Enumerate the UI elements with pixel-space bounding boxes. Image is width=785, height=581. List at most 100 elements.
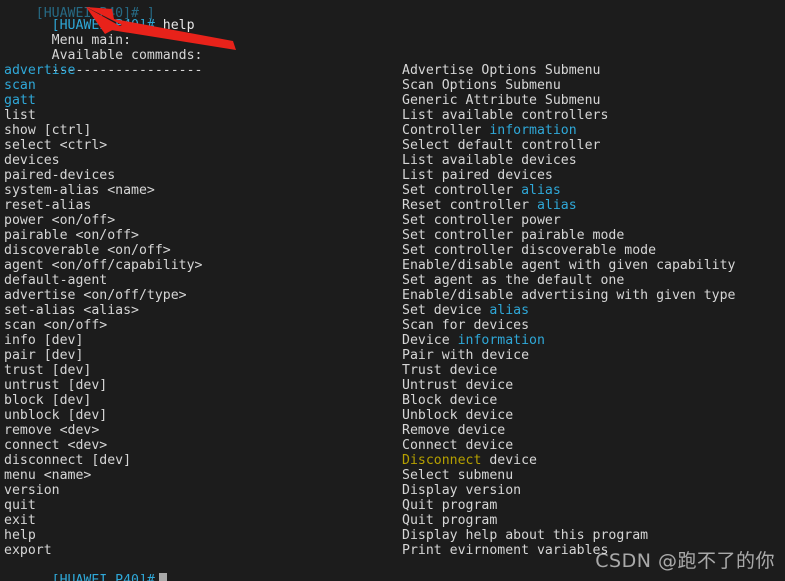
command-row: untrust [dev] Untrust device xyxy=(4,378,785,393)
command-row: scan Scan Options Submenu xyxy=(4,78,785,93)
description-text: List available devices xyxy=(402,153,577,168)
command-row: block [dev] Block device xyxy=(4,393,785,408)
command-description: Controller information xyxy=(402,123,577,138)
command-description: Pair with device xyxy=(402,348,529,363)
description-text: Quit program xyxy=(402,513,498,528)
command-row: help Display help about this program xyxy=(4,528,785,543)
terminal-window[interactable]: [HUAWEI P40]# ] [HUAWEI P40]# help Menu … xyxy=(0,0,785,581)
description-text: Pair with device xyxy=(402,348,530,363)
command-description: Disconnect device xyxy=(402,453,537,468)
description-text: Select submenu xyxy=(402,468,514,483)
command-name: agent <on/off/capability> xyxy=(4,258,203,273)
description-text: Enable/disable advertising with given ty… xyxy=(402,288,736,303)
command-row: select <ctrl> Select default controller xyxy=(4,138,785,153)
command-name: show [ctrl] xyxy=(4,123,92,138)
command-row: power <on/off> Set controller power xyxy=(4,213,785,228)
command-description: Select submenu xyxy=(402,468,513,483)
description-text: Untrust device xyxy=(402,378,514,393)
description-text: Display help about this program xyxy=(402,528,649,543)
description-text: Quit program xyxy=(402,498,498,513)
command-name: export xyxy=(4,543,52,558)
command-row: advertise <on/off/type> Enable/disable ad… xyxy=(4,288,785,303)
command-row: connect <dev> Connect device xyxy=(4,438,785,453)
command-row: info [dev] Device information xyxy=(4,333,785,348)
command-description: List paired devices xyxy=(402,168,553,183)
command-row: reset-alias Reset controller alias xyxy=(4,198,785,213)
command-row: discoverable <on/off> Set controller disc… xyxy=(4,243,785,258)
description-text: Set agent as the default one xyxy=(402,273,625,288)
command-description: Device information xyxy=(402,333,545,348)
command-row: trust [dev] Trust device xyxy=(4,363,785,378)
command-row: agent <on/off/capability> Enable/disable … xyxy=(4,258,785,273)
description-text: Trust device xyxy=(402,363,498,378)
description-text: Set controller xyxy=(402,183,522,198)
description-text: Set device xyxy=(402,303,490,318)
command-name: connect <dev> xyxy=(4,438,108,453)
command-description: Quit program xyxy=(402,498,497,513)
command-name: pair [dev] xyxy=(4,348,84,363)
command-description: Connect device xyxy=(402,438,513,453)
description-text: Connect device xyxy=(402,438,514,453)
command-description: Set device alias xyxy=(402,303,529,318)
description-text: Scan Options Submenu xyxy=(402,78,561,93)
description-highlight: alias xyxy=(536,198,577,213)
command-name: default-agent xyxy=(4,273,108,288)
command-description: Select default controller xyxy=(402,138,601,153)
command-line-row: [HUAWEI P40]# help xyxy=(4,3,785,33)
description-text: Set controller discoverable mode xyxy=(402,243,657,258)
command-name: set-alias <alias> xyxy=(4,303,139,318)
description-highlight: information xyxy=(489,123,577,138)
command-row: pair [dev] Pair with device xyxy=(4,348,785,363)
command-description: Untrust device xyxy=(402,378,513,393)
command-description: Print evirnoment variables xyxy=(402,543,608,558)
command-description: Set agent as the default one xyxy=(402,273,624,288)
command-name: disconnect [dev] xyxy=(4,453,132,468)
description-text: Enable/disable agent with given capabili… xyxy=(402,258,736,273)
description-text: Select default controller xyxy=(402,138,601,153)
description-text: Remove device xyxy=(402,423,506,438)
command-description: Generic Attribute Submenu xyxy=(402,93,601,108)
command-description: List available devices xyxy=(402,153,577,168)
text-cursor[interactable] xyxy=(158,573,167,581)
description-text: Controller xyxy=(402,123,490,138)
command-name: paired-devices xyxy=(4,168,116,183)
description-text: Device xyxy=(402,333,458,348)
description-text: Print evirnoment variables xyxy=(402,543,609,558)
command-row: advertise Advertise Options Submenu xyxy=(4,63,785,78)
command-row: list List available controllers xyxy=(4,108,785,123)
command-description: Remove device xyxy=(402,423,505,438)
terminal-output: [HUAWEI P40]# help Menu main: Available … xyxy=(0,3,785,581)
command-description: Advertise Options Submenu xyxy=(402,63,601,78)
command-description: Trust device xyxy=(402,363,497,378)
menu-title-row: Menu main: xyxy=(4,18,785,48)
command-description: Display version xyxy=(402,483,521,498)
shell-prompt-bracket: [HUAWEI P40]# xyxy=(51,573,155,581)
separator-row: ------------------- xyxy=(4,48,785,78)
command-row: paired-devices List paired devices xyxy=(4,168,785,183)
command-description: Quit program xyxy=(402,513,497,528)
command-description: Reset controller alias xyxy=(402,198,577,213)
command-name: version xyxy=(4,483,60,498)
description-text-tail: device xyxy=(481,453,537,468)
command-description: Set controller alias xyxy=(402,183,561,198)
description-text: Set controller power xyxy=(402,213,561,228)
command-name: scan xyxy=(4,78,36,93)
command-name: select <ctrl> xyxy=(4,138,108,153)
command-row: menu <name> Select submenu xyxy=(4,468,785,483)
command-description: Enable/disable agent with given capabili… xyxy=(402,258,735,273)
description-text: Advertise Options Submenu xyxy=(402,63,601,78)
description-text: Generic Attribute Submenu xyxy=(402,93,601,108)
command-row: exit Quit program xyxy=(4,513,785,528)
command-name: gatt xyxy=(4,93,36,108)
description-text: Set controller pairable mode xyxy=(402,228,625,243)
command-description: Set controller discoverable mode xyxy=(402,243,656,258)
description-highlight: alias xyxy=(521,183,561,198)
command-description: Scan Options Submenu xyxy=(402,78,561,93)
command-row: pairable <on/off> Set controller pairable… xyxy=(4,228,785,243)
command-row: scan <on/off> Scan for devices xyxy=(4,318,785,333)
command-name: trust [dev] xyxy=(4,363,92,378)
command-row: unblock [dev] Unblock device xyxy=(4,408,785,423)
command-description: Display help about this program xyxy=(402,528,648,543)
command-row: quit Quit program xyxy=(4,498,785,513)
command-description: Block device xyxy=(402,393,497,408)
